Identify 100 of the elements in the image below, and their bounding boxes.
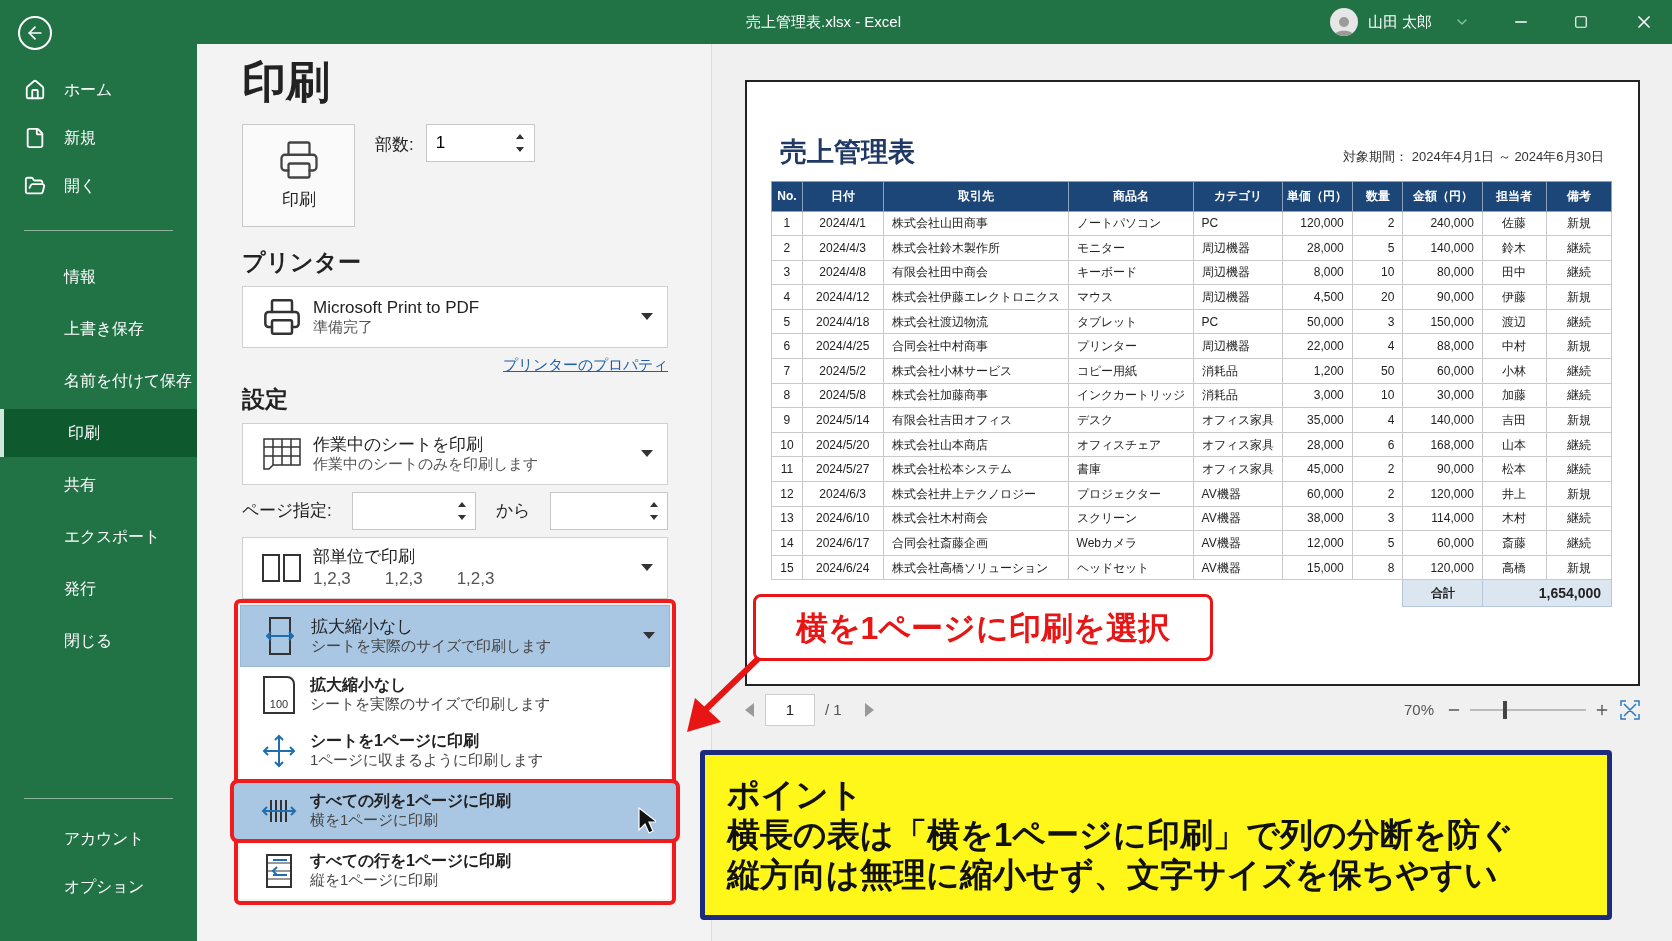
table-cell: 168,000 [1402,432,1483,457]
table-cell: 継続 [1546,383,1612,408]
table-cell: デスク [1068,407,1194,433]
page-hundred-icon: 100 [263,675,295,714]
table-cell: プロジェクター [1068,481,1194,507]
table-cell: 3 [1352,506,1403,531]
page-from-field[interactable] [352,491,476,530]
scaling-option[interactable]: シートを1ページに印刷 1ページに収まるように印刷します [240,722,670,779]
two-pages-icon [262,552,302,583]
table-cell: AV機器 [1193,555,1283,580]
table-cell: 8 [771,383,803,408]
sidebar-item[interactable]: 名前を付けて保存 [0,357,197,405]
dropdown-arrow-icon [643,631,655,640]
period-text: 対象期間： 2024年4月1日 ～ 2024年6月30日 [1343,148,1604,166]
table-cell: 継続 [1546,432,1612,457]
total-label: 合計 [1402,579,1483,607]
table-cell: 4 [1352,407,1403,433]
callout-label: 横を1ページに印刷を選択 [753,594,1213,661]
table-cell: 2024/5/2 [802,358,884,384]
table-cell: 240,000 [1402,211,1483,236]
note-text: 縦方向は無理に縮小せず、文字サイズを保ちやすい [727,855,1499,896]
table-cell: 2024/5/8 [802,383,884,408]
spinner-arrows-icon[interactable] [514,132,525,154]
table-cell: 周辺機器 [1193,260,1283,285]
sidebar-item[interactable]: 開く [0,162,197,210]
dropdown-subtitle: 作業中のシートのみを印刷します [313,454,539,474]
table-cell: スクリーン [1068,506,1194,531]
table-cell: 2024/5/20 [802,432,884,457]
table-cell: 12,000 [1282,530,1353,556]
table-cell: 2024/4/8 [802,260,884,285]
table-cell: オフィス家具 [1193,432,1283,457]
printer-status: 準備完了 [313,317,374,337]
user-name[interactable]: 山田 太郎 [1367,10,1432,34]
page-to-field[interactable] [550,491,668,530]
zoom-percent: 70% [1403,699,1434,720]
table-cell: インクカートリッジ [1068,383,1194,408]
table-cell: 有限会社田中商会 [883,260,1069,285]
column-header: カテゴリ [1193,181,1283,211]
page-count: / 1 [825,699,842,720]
table-cell: 4 [1352,333,1403,359]
settings-dropdown[interactable]: 部単位で印刷 1,2,3 1,2,3 1,2,3 [242,536,668,599]
sidebar-item[interactable]: 新規 [0,114,197,162]
column-header: 備考 [1546,181,1612,211]
print-button[interactable]: 印刷 [242,124,355,227]
table-cell: 8 [1352,555,1403,580]
sidebar-item[interactable]: 情報 [0,253,197,301]
zoom-in-icon[interactable] [1594,702,1610,718]
table-cell: 松本 [1482,456,1547,482]
table-cell: 2 [1352,211,1403,236]
table-cell: 有限会社吉田オフィス [883,407,1069,433]
option-title: すべての行を1ページに印刷 [310,851,511,872]
sidebar-item[interactable]: 印刷 [0,409,197,457]
table-cell: 継続 [1546,530,1612,556]
table-cell: オフィスチェア [1068,432,1194,457]
sidebar-item[interactable]: オプション [0,863,197,911]
table-cell: 10 [1352,260,1403,285]
next-page-icon[interactable] [863,703,874,717]
sidebar-item[interactable]: 発行 [0,565,197,613]
previous-page-icon[interactable] [745,703,755,717]
table-cell: 28,000 [1282,432,1353,457]
table-cell: 5 [771,309,803,334]
sidebar-item[interactable]: 閉じる [0,617,197,665]
restore-icon[interactable] [1574,15,1588,29]
sidebar-item[interactable]: ホーム [0,66,197,114]
scaling-option[interactable]: すべての行を1ページに印刷 縦を1ページに印刷 [240,842,670,899]
table-cell: 株式会社高橋ソリューション [883,555,1069,580]
sidebar-item[interactable]: 共有 [0,461,197,509]
table-cell: 書庫 [1068,456,1194,482]
total-value: 1,654,000 [1482,579,1612,607]
collate-sequence: 1,2,3 [456,567,495,589]
page-number-field[interactable]: 1 [765,694,815,726]
table-cell: 60,000 [1402,358,1483,384]
table-cell: 新規 [1546,481,1612,507]
table-cell: 6 [771,333,803,359]
settings-dropdown[interactable]: Microsoft Print to PDF 準備完了 [242,285,668,348]
fit-page-icon[interactable] [1620,700,1640,720]
table-cell: 新規 [1546,333,1612,359]
scaling-option[interactable]: 100 拡大縮小なし シートを実際のサイズで印刷します [240,666,670,723]
avatar-icon[interactable] [1329,8,1358,36]
table-cell: AV機器 [1193,530,1283,556]
settings-dropdown[interactable]: 拡大縮小なし シートを実際のサイズで印刷します [240,604,670,667]
table-cell: 6 [1352,432,1403,457]
back-icon[interactable] [18,16,52,50]
table-cell: 45,000 [1282,456,1353,482]
printer-properties-link[interactable]: プリンターのプロパティ [503,353,668,376]
settings-dropdown[interactable]: 作業中のシートを印刷 作業中のシートのみを印刷します [242,422,668,485]
table-cell: 120,000 [1402,555,1483,580]
sidebar-item[interactable]: 上書き保存 [0,305,197,353]
table-cell: タブレット [1068,309,1194,334]
document-icon [24,127,46,149]
sidebar-item[interactable]: エクスポート [0,513,197,561]
section-heading: プリンター [242,248,362,277]
zoom-slider-thumb[interactable] [1502,701,1507,719]
table-cell: 50,000 [1282,309,1353,334]
table-cell: 15,000 [1282,555,1353,580]
window-title: 売上管理表.xlsx - Excel [746,11,901,32]
sidebar-item[interactable]: アカウント [0,815,197,863]
table-cell: AV機器 [1193,506,1283,531]
copies-field[interactable]: 1 [425,124,535,162]
table-cell: 鈴木 [1482,235,1547,261]
